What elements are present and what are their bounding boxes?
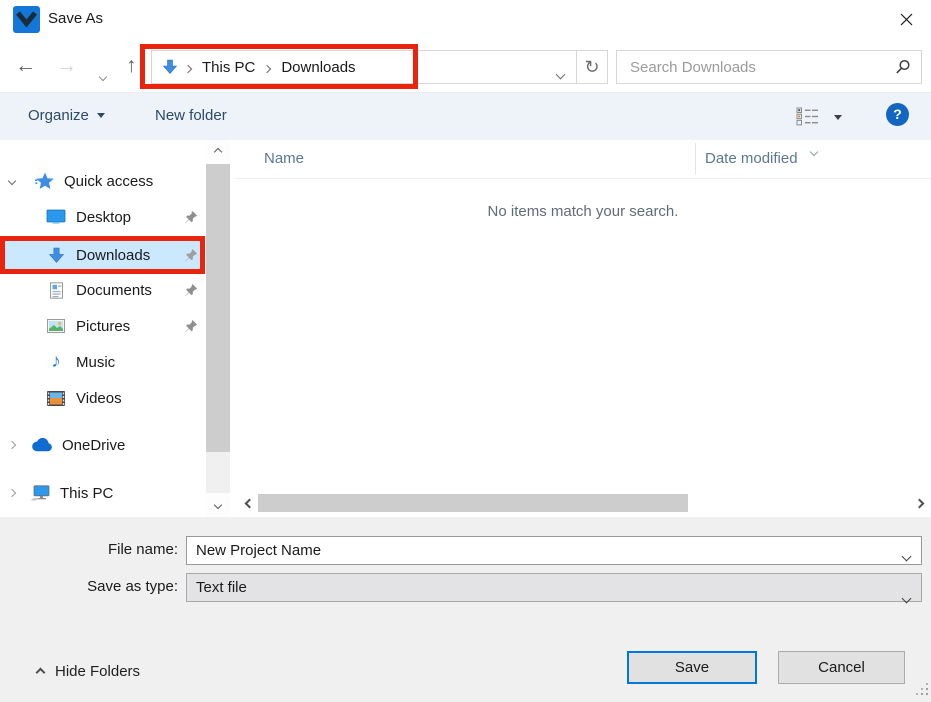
scroll-right-button[interactable]	[911, 495, 927, 511]
sidebar-item-desktop[interactable]: Desktop	[5, 203, 200, 231]
hide-folders-label: Hide Folders	[55, 663, 140, 680]
downloads-icon	[45, 247, 67, 264]
save-as-type-value: Text file	[196, 579, 247, 596]
documents-icon	[45, 282, 67, 299]
save-button[interactable]: Save	[627, 651, 757, 684]
pin-icon	[184, 210, 198, 224]
dialog-body: Quick access Desktop Downloads	[0, 140, 931, 517]
file-name-input[interactable]	[187, 537, 887, 564]
header-divider	[235, 178, 931, 179]
file-name-dropdown-chevron-icon[interactable]	[903, 547, 910, 564]
column-header-name[interactable]: Name	[264, 150, 304, 167]
save-as-type-dropdown[interactable]: Text file	[186, 573, 922, 602]
command-toolbar: Organize New folder ?	[0, 92, 931, 140]
sidebar-scrollbar[interactable]	[206, 140, 230, 517]
sidebar-item-videos[interactable]: Videos	[5, 384, 200, 412]
cancel-button[interactable]: Cancel	[778, 651, 905, 684]
close-button[interactable]	[891, 8, 921, 34]
sidebar-item-label: Downloads	[76, 247, 150, 264]
sidebar-item-label: Pictures	[76, 318, 130, 335]
column-header-date-modified[interactable]: Date modified	[705, 150, 798, 167]
empty-list-message: No items match your search.	[235, 203, 931, 220]
file-list-panel: Name Date modified No items match your s…	[235, 140, 931, 517]
hide-folders-button[interactable]: Hide Folders	[37, 663, 140, 680]
column-divider[interactable]	[695, 143, 696, 174]
forward-button[interactable]: →	[56, 51, 77, 81]
sidebar-item-music[interactable]: ♪ Music	[5, 348, 200, 376]
expander-right-icon[interactable]	[9, 490, 21, 496]
sidebar-item-label: Videos	[76, 390, 122, 407]
navigation-bar: ← → ↑ This PC Downloads ↻	[0, 40, 931, 92]
quick-access-star-icon	[33, 172, 55, 190]
new-folder-button[interactable]: New folder	[155, 107, 227, 124]
scroll-up-button[interactable]	[206, 140, 230, 164]
sidebar-item-this-pc[interactable]: This PC	[0, 479, 205, 507]
sidebar-item-label: Desktop	[76, 209, 131, 226]
resize-grip[interactable]	[916, 683, 929, 700]
music-icon: ♪	[45, 351, 67, 373]
save-as-type-label: Save as type:	[0, 578, 178, 595]
scroll-left-button[interactable]	[241, 495, 257, 511]
pin-icon	[184, 248, 198, 262]
onedrive-icon	[31, 438, 53, 452]
pin-icon	[184, 283, 198, 297]
desktop-icon	[45, 209, 67, 225]
downloads-location-icon	[162, 59, 178, 75]
sidebar-item-label: Music	[76, 354, 115, 371]
breadcrumb-separator-icon	[185, 59, 191, 76]
sidebar-item-downloads[interactable]: Downloads	[5, 241, 200, 269]
title-bar: Save As	[0, 0, 931, 40]
close-icon	[900, 13, 913, 29]
sidebar-item-label: This PC	[60, 485, 113, 502]
sidebar-item-quick-access[interactable]: Quick access	[0, 167, 205, 195]
expander-down-icon[interactable]	[9, 178, 21, 184]
refresh-button[interactable]: ↻	[576, 50, 608, 84]
sidebar-item-label: Quick access	[64, 173, 153, 190]
sort-chevron-icon[interactable]	[811, 142, 817, 159]
sidebar-item-label: OneDrive	[62, 437, 125, 454]
address-bar[interactable]: This PC Downloads	[151, 50, 577, 84]
breadcrumb-downloads[interactable]: Downloads	[279, 59, 357, 76]
pin-icon	[184, 319, 198, 333]
file-name-combobox	[186, 536, 922, 565]
organize-dropdown-icon	[97, 113, 105, 118]
dialog-footer: File name: Save as type: Text file Hide …	[0, 517, 931, 702]
app-logo-icon	[13, 6, 40, 33]
search-box	[616, 50, 922, 84]
details-view-icon[interactable]	[796, 107, 820, 130]
file-name-label: File name:	[0, 541, 178, 558]
expander-right-icon[interactable]	[9, 442, 21, 448]
scroll-down-button[interactable]	[206, 493, 230, 517]
save-as-type-chevron-icon[interactable]	[903, 584, 910, 611]
sidebar-item-label: Documents	[76, 282, 152, 299]
scrollbar-thumb[interactable]	[206, 164, 230, 452]
search-icon[interactable]	[894, 59, 911, 80]
organize-button[interactable]: Organize	[28, 107, 105, 124]
sidebar-item-documents[interactable]: Documents	[5, 276, 200, 304]
sidebar-item-pictures[interactable]: Pictures	[5, 312, 200, 340]
breadcrumb-this-pc[interactable]: This PC	[200, 59, 257, 76]
view-options-chevron-icon[interactable]	[834, 115, 842, 120]
search-input[interactable]	[617, 51, 885, 83]
window-title: Save As	[48, 10, 103, 27]
breadcrumb-separator-icon	[264, 59, 270, 76]
back-button[interactable]: ←	[15, 51, 36, 81]
scrollbar-thumb[interactable]	[258, 494, 688, 512]
save-as-dialog: Save As ← → ↑ This PC Downloads ↻	[0, 0, 931, 702]
videos-icon	[45, 391, 67, 406]
address-dropdown-chevron-icon[interactable]	[557, 65, 564, 82]
sidebar-item-onedrive[interactable]: OneDrive	[0, 431, 205, 459]
horizontal-scrollbar[interactable]	[235, 492, 931, 514]
this-pc-icon	[29, 485, 51, 502]
recent-locations-chevron-icon[interactable]	[100, 67, 106, 84]
collapse-chevron-icon	[37, 663, 44, 680]
up-button[interactable]: ↑	[126, 51, 137, 81]
pictures-icon	[45, 319, 67, 333]
help-button[interactable]: ?	[886, 103, 909, 126]
